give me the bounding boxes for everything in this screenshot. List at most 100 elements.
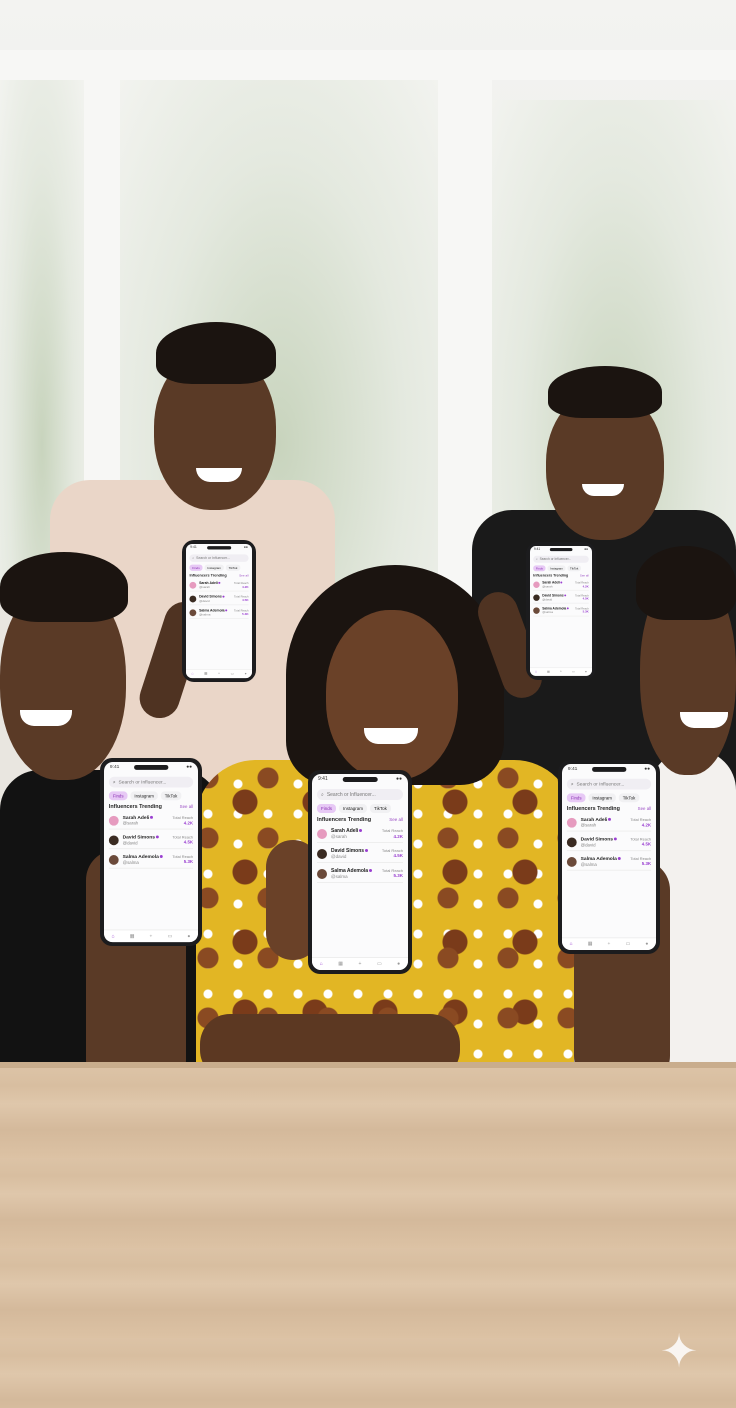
wooden-table — [0, 1068, 736, 1408]
influencer-name: David Simons — [580, 836, 613, 843]
search-input[interactable]: ⌕ Search or Influencer... — [533, 555, 589, 563]
person-icon[interactable]: ● — [245, 672, 247, 676]
search-input[interactable]: ⌕ Search or Influencer... — [108, 776, 194, 788]
grid-icon[interactable]: ▦ — [588, 941, 593, 947]
influencer-handle: @sarah — [199, 585, 210, 589]
chip-instagram[interactable]: Instagram — [339, 804, 368, 813]
verified-icon — [222, 595, 225, 598]
see-all-link[interactable]: See all — [580, 574, 589, 578]
plus-icon[interactable]: + — [560, 670, 562, 674]
search-input[interactable]: ⌕ Search or Influencer... — [189, 554, 249, 562]
sparkle-icon: ✦ — [659, 1325, 699, 1377]
chip-instagram[interactable]: Instagram — [130, 791, 158, 801]
plus-icon[interactable]: + — [608, 941, 611, 947]
avatar — [189, 581, 197, 589]
influencer-handle: @david — [331, 854, 347, 860]
chat-icon[interactable]: ▭ — [377, 961, 382, 967]
phone-front-right: 9:41 ●● ⌕ Search or Influencer... Finds I… — [558, 760, 660, 954]
avatar — [533, 607, 540, 614]
influencer-name: Salma Ademola — [331, 867, 369, 874]
chip-finds[interactable]: Finds — [533, 565, 546, 572]
search-placeholder: Search or Influencer... — [539, 557, 572, 562]
stat-value: 4.2K — [641, 822, 652, 828]
list-item[interactable]: Sarah Adeli @sarah Total Reach 4.2K — [533, 580, 589, 591]
chat-icon[interactable]: ▭ — [168, 933, 173, 939]
plus-icon[interactable]: + — [218, 672, 220, 676]
influencer-handle: @sarah — [122, 820, 139, 826]
list-item[interactable]: Salma Ademola @salma Total Reach 5.3K — [533, 605, 589, 617]
chat-icon[interactable]: ▭ — [572, 670, 575, 674]
list-item[interactable]: Salma Ademola @salma Total Reach 5.3K — [108, 852, 194, 869]
see-all-link[interactable]: See all — [638, 806, 651, 812]
home-icon[interactable]: ⌂ — [191, 672, 193, 676]
influencer-handle: @david — [122, 840, 138, 846]
person-icon[interactable]: ● — [585, 670, 587, 674]
list-item[interactable]: David Simons @david Total Reach 4.5K — [189, 593, 249, 606]
list-item[interactable]: David Simons @david Total Reach 4.5K — [566, 834, 652, 851]
phone-notch — [592, 766, 626, 772]
chat-icon[interactable]: ▭ — [626, 941, 631, 947]
plus-icon[interactable]: + — [359, 961, 362, 967]
list-item[interactable]: Sarah Adeli @sarah Total Reach 4.2K — [108, 813, 194, 830]
avatar — [317, 868, 327, 879]
verified-icon — [560, 581, 563, 584]
chip-tiktok[interactable]: TikTok — [618, 793, 640, 803]
person-icon[interactable]: ● — [645, 941, 648, 947]
influencer-name: David Simons — [122, 834, 155, 841]
section-title: Influencers Trending — [317, 817, 372, 823]
chip-instagram[interactable]: Instagram — [547, 565, 566, 572]
avatar — [317, 828, 327, 839]
chat-icon[interactable]: ▭ — [231, 672, 234, 676]
list-item[interactable]: Salma Ademola @salma Total Reach 5.3K — [566, 854, 652, 871]
chip-finds[interactable]: Finds — [108, 791, 128, 801]
search-input[interactable]: ⌕ Search or Influencer... — [317, 789, 403, 800]
home-icon[interactable]: ⌂ — [570, 941, 573, 947]
search-input[interactable]: ⌕ Search or Influencer... — [566, 778, 652, 790]
person-icon[interactable]: ● — [397, 961, 400, 967]
stat-label: Total Reach — [381, 828, 403, 834]
section-title: Influencers Trending — [566, 806, 620, 812]
chip-tiktok[interactable]: TikTok — [160, 791, 182, 801]
grid-icon[interactable]: ▦ — [547, 670, 550, 674]
chip-instagram[interactable]: Instagram — [588, 793, 616, 803]
grid-icon[interactable]: ▦ — [204, 672, 207, 676]
home-icon[interactable]: ⌂ — [535, 670, 537, 674]
chip-finds[interactable]: Finds — [189, 564, 203, 571]
plus-icon[interactable]: + — [150, 933, 153, 939]
list-item[interactable]: Sarah Adeli @sarah Total Reach 4.2K — [566, 815, 652, 832]
grid-icon[interactable]: ▦ — [338, 961, 343, 967]
section-title: Influencers Trending — [108, 804, 162, 810]
influencer-handle: @david — [199, 599, 210, 603]
influencer-name: Sarah Adeli — [580, 816, 608, 823]
see-all-link[interactable]: See all — [180, 804, 193, 810]
list-item[interactable]: David Simons @david Total Reach 4.5K — [533, 592, 589, 604]
home-icon[interactable]: ⌂ — [112, 933, 115, 939]
avatar — [566, 837, 577, 848]
list-item[interactable]: Salma Ademola @salma Total Reach 5.3K — [189, 607, 249, 619]
home-icon[interactable]: ⌂ — [320, 961, 323, 967]
chip-tiktok[interactable]: TikTok — [370, 804, 391, 813]
chip-tiktok[interactable]: TikTok — [225, 564, 241, 571]
list-item[interactable]: David Simons @david Total Reach 4.5K — [317, 846, 403, 863]
grid-icon[interactable]: ▦ — [130, 933, 135, 939]
stat-value: 4.2K — [242, 584, 249, 589]
tab-bar: ⌂ ▦ + ▭ ● — [562, 937, 656, 950]
list-item[interactable]: Salma Ademola @salma Total Reach 5.3K — [317, 866, 403, 883]
filter-chips: Finds Instagram TikTok — [189, 564, 248, 571]
chip-tiktok[interactable]: TikTok — [567, 565, 581, 572]
influencer-handle: @salma — [122, 859, 139, 865]
see-all-link[interactable]: See all — [239, 574, 248, 578]
see-all-link[interactable]: See all — [389, 817, 403, 823]
verified-icon — [617, 856, 621, 860]
list-item[interactable]: Sarah Adeli @sarah Total Reach 4.2K — [317, 826, 403, 843]
chip-instagram[interactable]: Instagram — [204, 564, 224, 571]
list-item[interactable]: David Simons @david Total Reach 4.5K — [108, 832, 194, 849]
avatar — [189, 595, 197, 603]
avatar — [108, 815, 119, 826]
chip-finds[interactable]: Finds — [317, 804, 337, 813]
list-item[interactable]: Sarah Adeli @sarah Total Reach 4.2K — [189, 580, 249, 592]
chip-finds[interactable]: Finds — [566, 793, 586, 803]
influencer-name: Salma Ademola — [122, 853, 159, 860]
search-icon: ⌕ — [535, 557, 538, 562]
person-icon[interactable]: ● — [187, 933, 190, 939]
